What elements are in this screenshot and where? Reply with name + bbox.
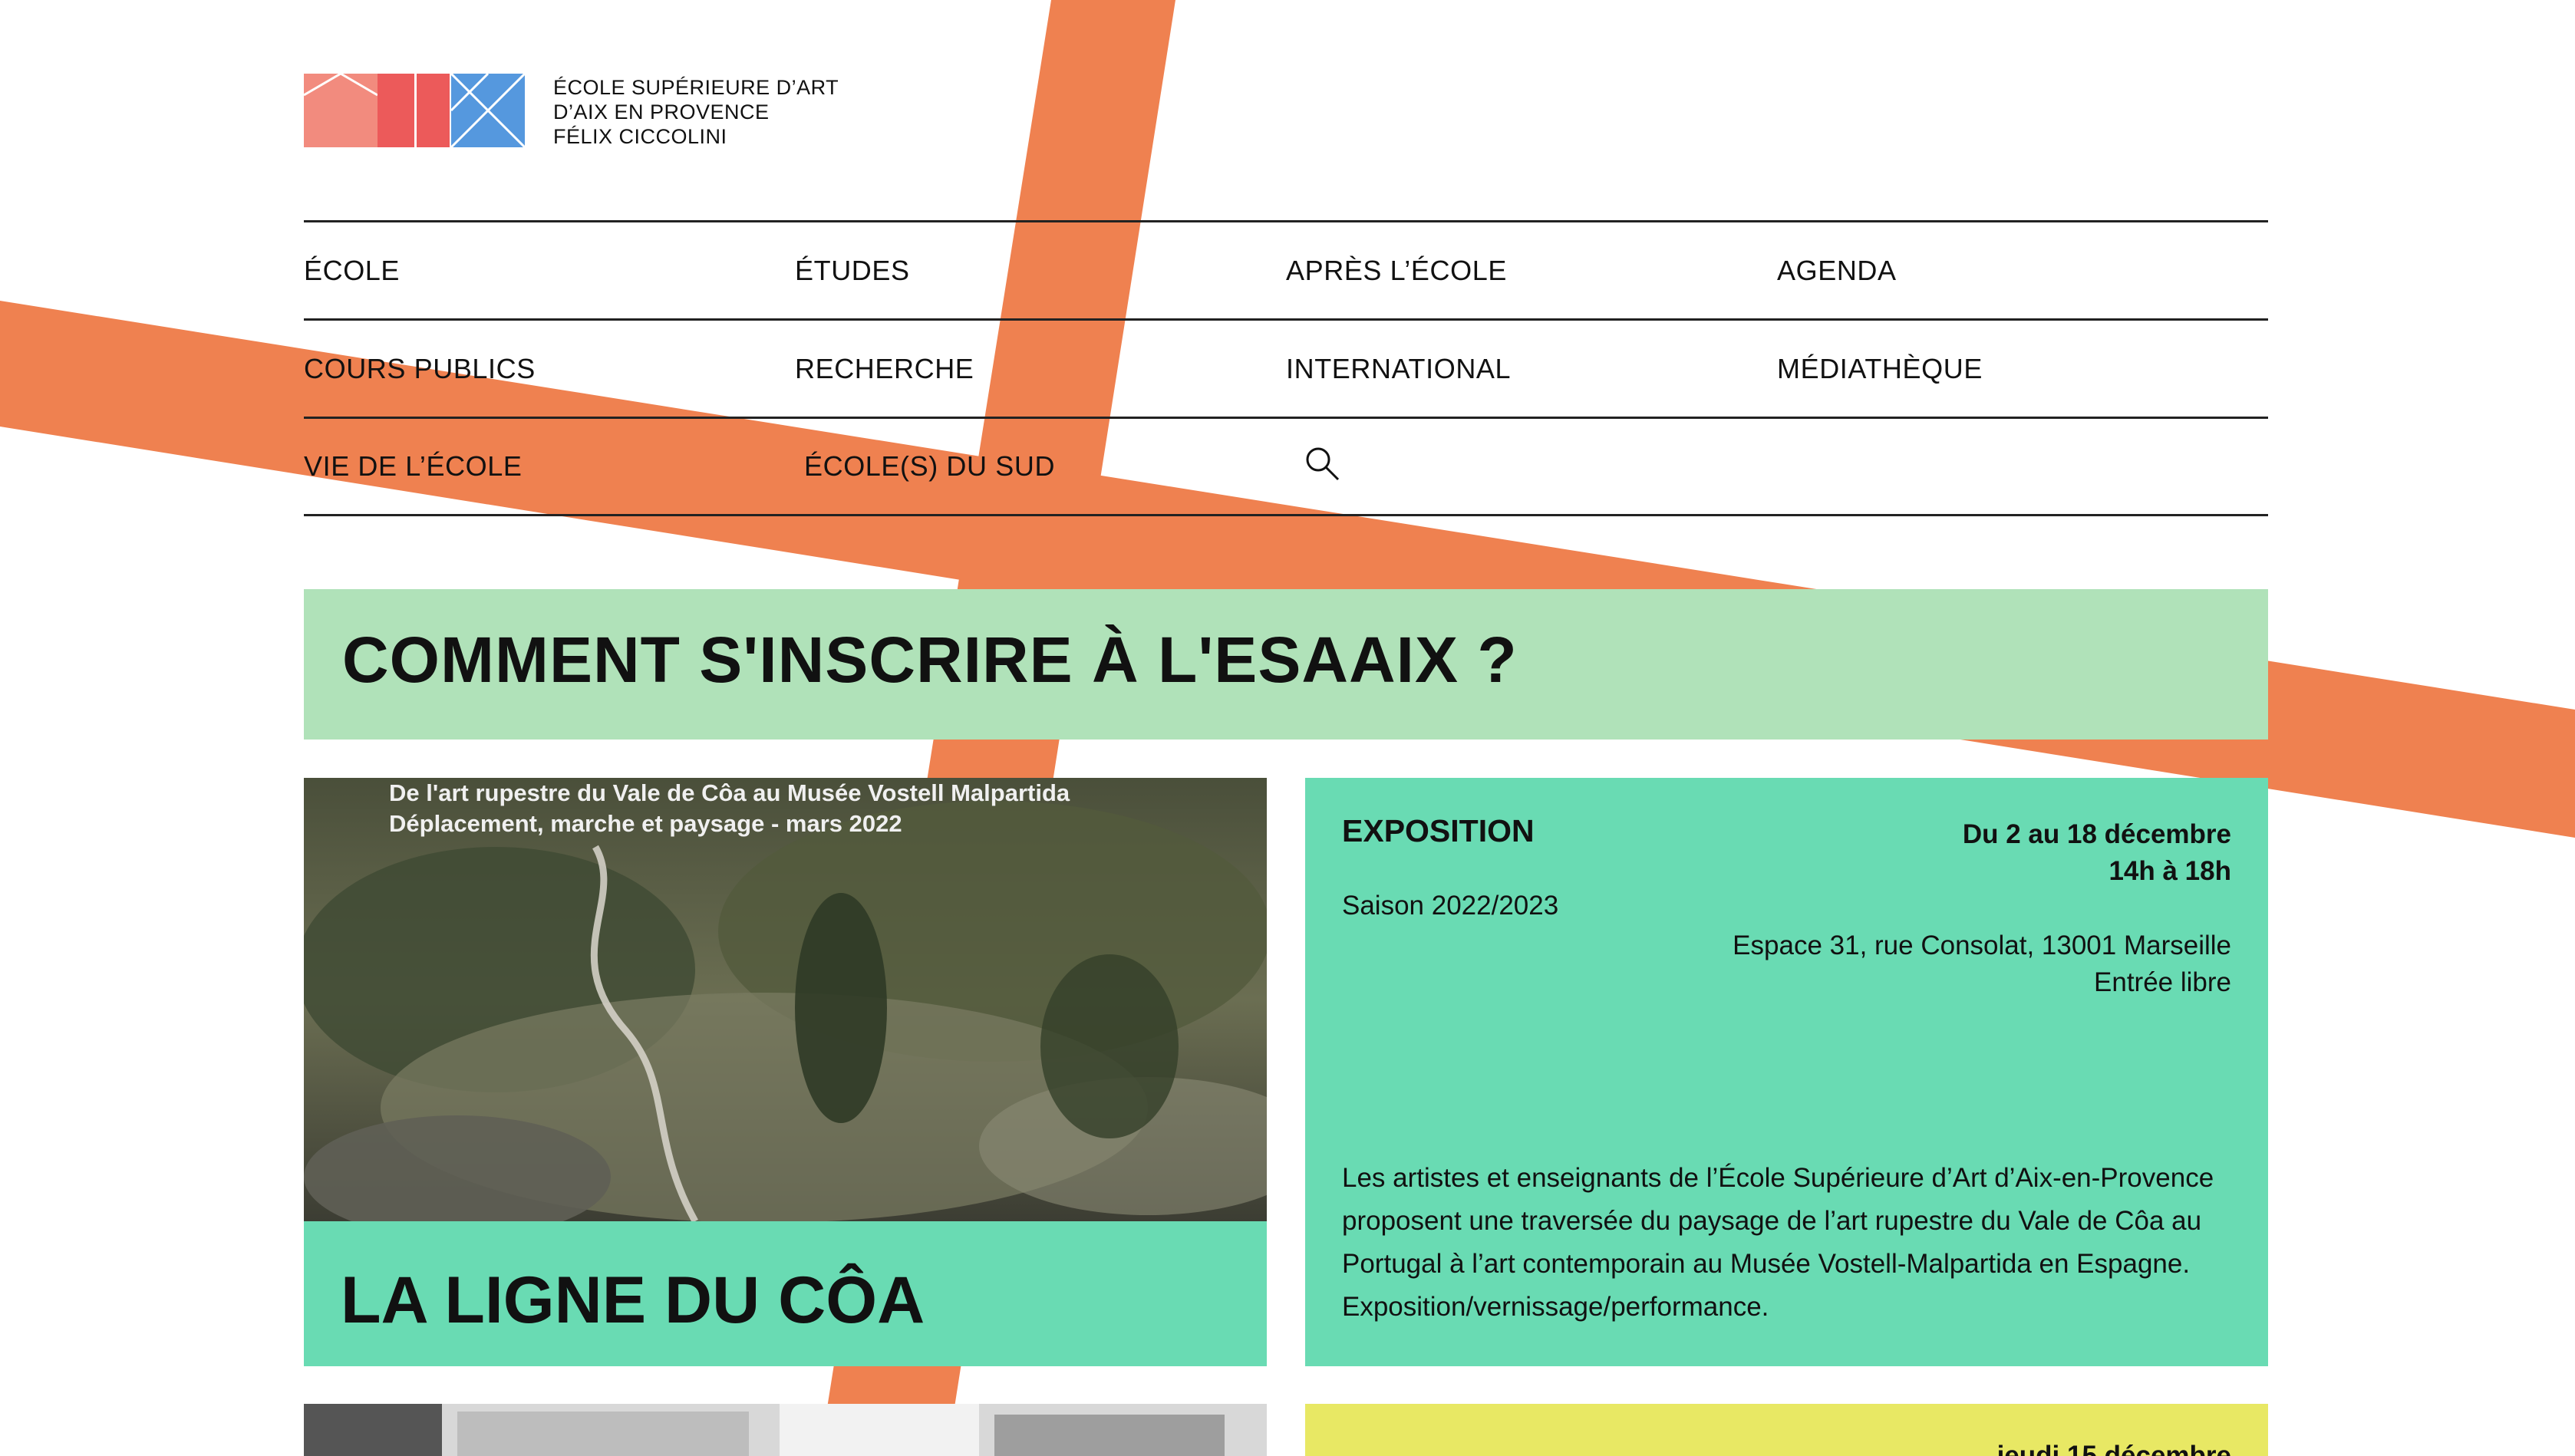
image-caption-line2: Déplacement, marche et paysage - mars 20… [389, 810, 902, 837]
event-image-card[interactable]: De l'art rupestre du Vale de Côa au Musé… [304, 778, 1267, 1366]
nav-item-ecole[interactable]: ÉCOLE [304, 255, 795, 287]
school-name-line1: ÉCOLE SUPÉRIEURE D’ART [553, 76, 839, 99]
event-season: Saison 2022/2023 [1342, 891, 1559, 921]
next-event-date: jeudi 15 décembre [1996, 1441, 2231, 1456]
event-title-bar: LA LIGNE DU CÔA [304, 1221, 1267, 1366]
event-location: Espace 31, rue Consolat, 13001 Marseille… [1733, 927, 2231, 1001]
nav-item-international[interactable]: INTERNATIONAL [1286, 353, 1777, 385]
image-caption-line1: De l'art rupestre du Vale de Côa au Musé… [389, 779, 1070, 806]
nav-search [1304, 446, 1805, 488]
nav-row-1: ÉCOLE ÉTUDES APRÈS L’ÉCOLE AGENDA [304, 220, 2268, 318]
event-hours: 14h à 18h [2108, 856, 2231, 886]
image-caption: De l'art rupestre du Vale de Côa au Musé… [389, 778, 1070, 839]
event-entry: Entrée libre [2094, 967, 2231, 997]
event-dates: Du 2 au 18 décembre 14h à 18h [1963, 816, 2231, 890]
school-name: ÉCOLE SUPÉRIEURE D’ART D’AIX EN PROVENCE… [553, 75, 839, 149]
nav-item-ecoles-du-sud[interactable]: ÉCOLE(S) DU SUD [804, 450, 1304, 483]
event-title: LA LIGNE DU CÔA [341, 1263, 925, 1337]
nav-item-agenda[interactable]: AGENDA [1777, 255, 2268, 287]
event-category: EXPOSITION [1342, 813, 1535, 848]
event-address: Espace 31, rue Consolat, 13001 Marseille [1733, 931, 2231, 960]
nav-item-recherche[interactable]: RECHERCHE [795, 353, 1286, 385]
school-logo[interactable]: ÉCOLE SUPÉRIEURE D’ART D’AIX EN PROVENCE… [304, 74, 839, 149]
school-name-line2: D’AIX EN PROVENCE [553, 100, 770, 124]
nav-row-2: COURS PUBLICS RECHERCHE INTERNATIONAL MÉ… [304, 318, 2268, 417]
event-date-range: Du 2 au 18 décembre [1962, 819, 2231, 849]
next-event-image [304, 1404, 1267, 1456]
nav-item-apres-ecole[interactable]: APRÈS L’ÉCOLE [1286, 255, 1777, 287]
main-nav: ÉCOLE ÉTUDES APRÈS L’ÉCOLE AGENDA COURS … [304, 220, 2268, 516]
nav-item-cours-publics[interactable]: COURS PUBLICS [304, 353, 795, 385]
next-event-image-card[interactable] [304, 1404, 1267, 1456]
school-name-line3: FÉLIX CICCOLINI [553, 125, 727, 148]
event-description: Les artistes et enseignants de l’École S… [1342, 1163, 2214, 1322]
logo-mark [304, 74, 525, 147]
nav-item-mediatheque[interactable]: MÉDIATHÈQUE [1777, 353, 2268, 385]
banner-title: COMMENT S'INSCRIRE À L'ESAAIX ? [342, 624, 1518, 696]
nav-item-vie-ecole[interactable]: VIE DE L’ÉCOLE [304, 450, 804, 483]
search-icon[interactable] [1304, 446, 1340, 481]
nav-item-etudes[interactable]: ÉTUDES [795, 255, 1286, 287]
nav-row-3: VIE DE L’ÉCOLE ÉCOLE(S) DU SUD [304, 417, 2268, 516]
event-landscape-image [304, 778, 1267, 1221]
registration-banner[interactable]: COMMENT S'INSCRIRE À L'ESAAIX ? [304, 589, 2268, 740]
event-info-card[interactable]: EXPOSITION Saison 2022/2023 Du 2 au 18 d… [1305, 778, 2268, 1366]
next-event-info-card[interactable]: jeudi 15 décembre [1305, 1404, 2268, 1456]
